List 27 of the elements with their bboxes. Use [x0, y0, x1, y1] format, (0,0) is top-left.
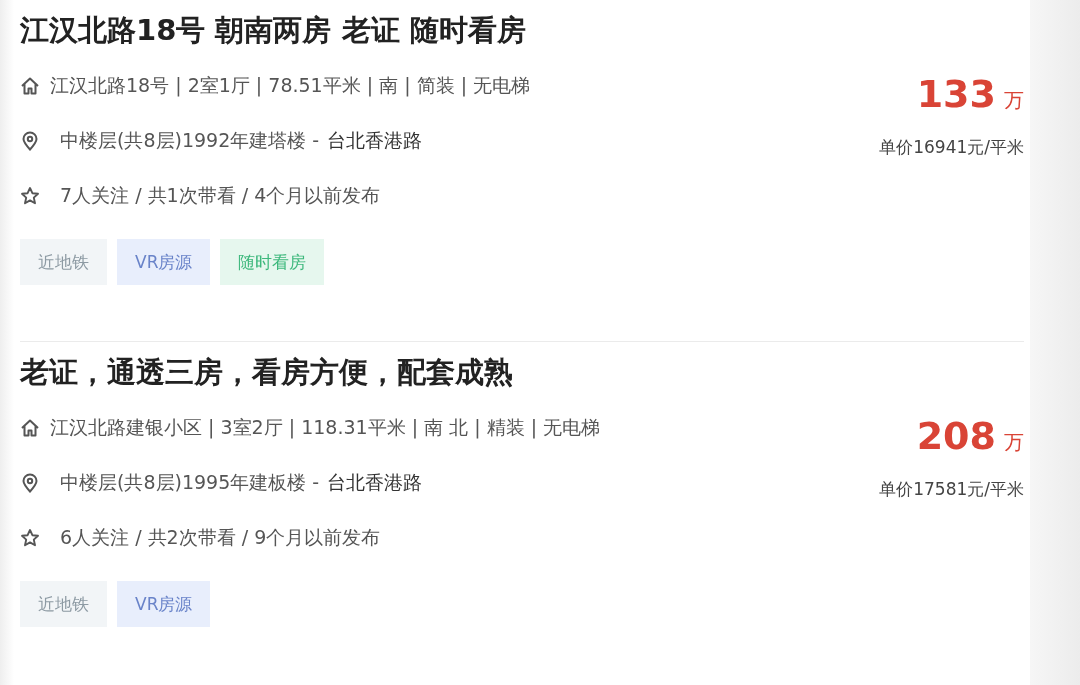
price-unit: 万 [1004, 429, 1024, 456]
position-info: 中楼层(共8层)1992年建塔楼 - [60, 128, 320, 153]
listing-title[interactable]: 老证，通透三房，看房方便，配套成熟 [20, 352, 601, 392]
unit-price: 单价16941元/平米 [879, 136, 1024, 159]
star-icon [20, 186, 40, 206]
tag: 近地铁 [20, 239, 107, 285]
position-info: 中楼层(共8层)1995年建板楼 - [60, 470, 320, 495]
follow-info: 6人关注 / 共2次带看 / 9个月以前发布 [60, 525, 381, 550]
location-pin-icon [20, 131, 40, 151]
star-icon [20, 528, 40, 548]
listing-title[interactable]: 江汉北路18号 朝南两房 老证 随时看房 [20, 10, 531, 50]
location-pin-icon [20, 473, 40, 493]
house-info: 江汉北路建银小区 | 3室2厅 | 118.31平米 | 南 北 | 精装 | 无电梯 [50, 415, 601, 441]
tag: 近地铁 [20, 581, 107, 627]
area-link[interactable]: 台北香港路 [327, 128, 423, 154]
house-info: 江汉北路18号 | 2室1厅 | 78.51平米 | 南 | 简装 | 无电梯 [50, 73, 531, 99]
tag: 随时看房 [220, 239, 325, 285]
tag: VR房源 [117, 239, 211, 285]
tag: VR房源 [117, 581, 211, 627]
house-icon [20, 418, 40, 438]
price-unit: 万 [1004, 87, 1024, 114]
unit-price: 单价17581元/平米 [879, 478, 1024, 501]
house-icon [20, 76, 40, 96]
follow-info: 7人关注 / 共1次带看 / 4个月以前发布 [60, 183, 381, 208]
total-price: 133 [916, 72, 996, 116]
area-link[interactable]: 台北香港路 [327, 470, 423, 496]
total-price: 208 [916, 414, 996, 458]
